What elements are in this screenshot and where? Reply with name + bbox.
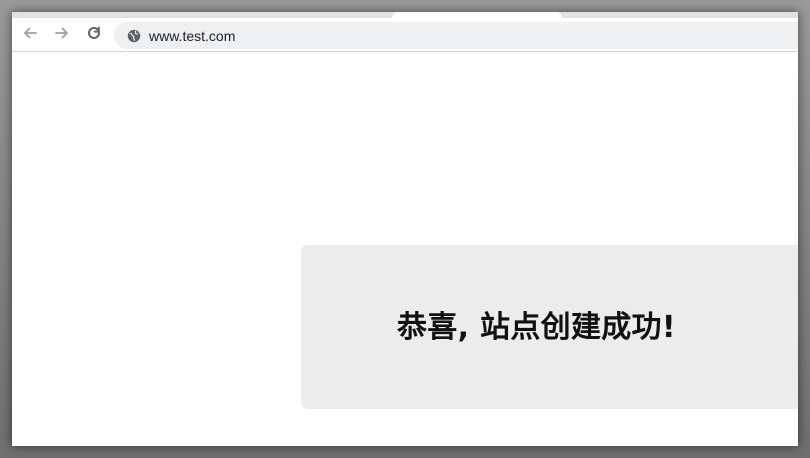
url-text[interactable]: www.test.com	[149, 28, 235, 44]
desktop-backdrop: www.test.com 恭喜, 站点创建成功!	[0, 0, 810, 458]
arrow-right-icon	[53, 24, 71, 47]
success-message: 恭喜, 站点创建成功!	[397, 310, 676, 345]
address-bar[interactable]: www.test.com	[114, 22, 798, 49]
forward-button[interactable]	[50, 23, 74, 47]
browser-toolbar: www.test.com	[12, 18, 798, 52]
back-button[interactable]	[18, 23, 42, 47]
browser-window: www.test.com 恭喜, 站点创建成功!	[12, 12, 798, 446]
reload-button[interactable]	[82, 23, 106, 47]
globe-icon[interactable]	[126, 28, 141, 43]
reload-icon	[85, 24, 103, 47]
arrow-left-icon	[21, 24, 39, 47]
page-content: 恭喜, 站点创建成功!	[12, 53, 798, 446]
success-message-card: 恭喜, 站点创建成功!	[301, 245, 798, 409]
